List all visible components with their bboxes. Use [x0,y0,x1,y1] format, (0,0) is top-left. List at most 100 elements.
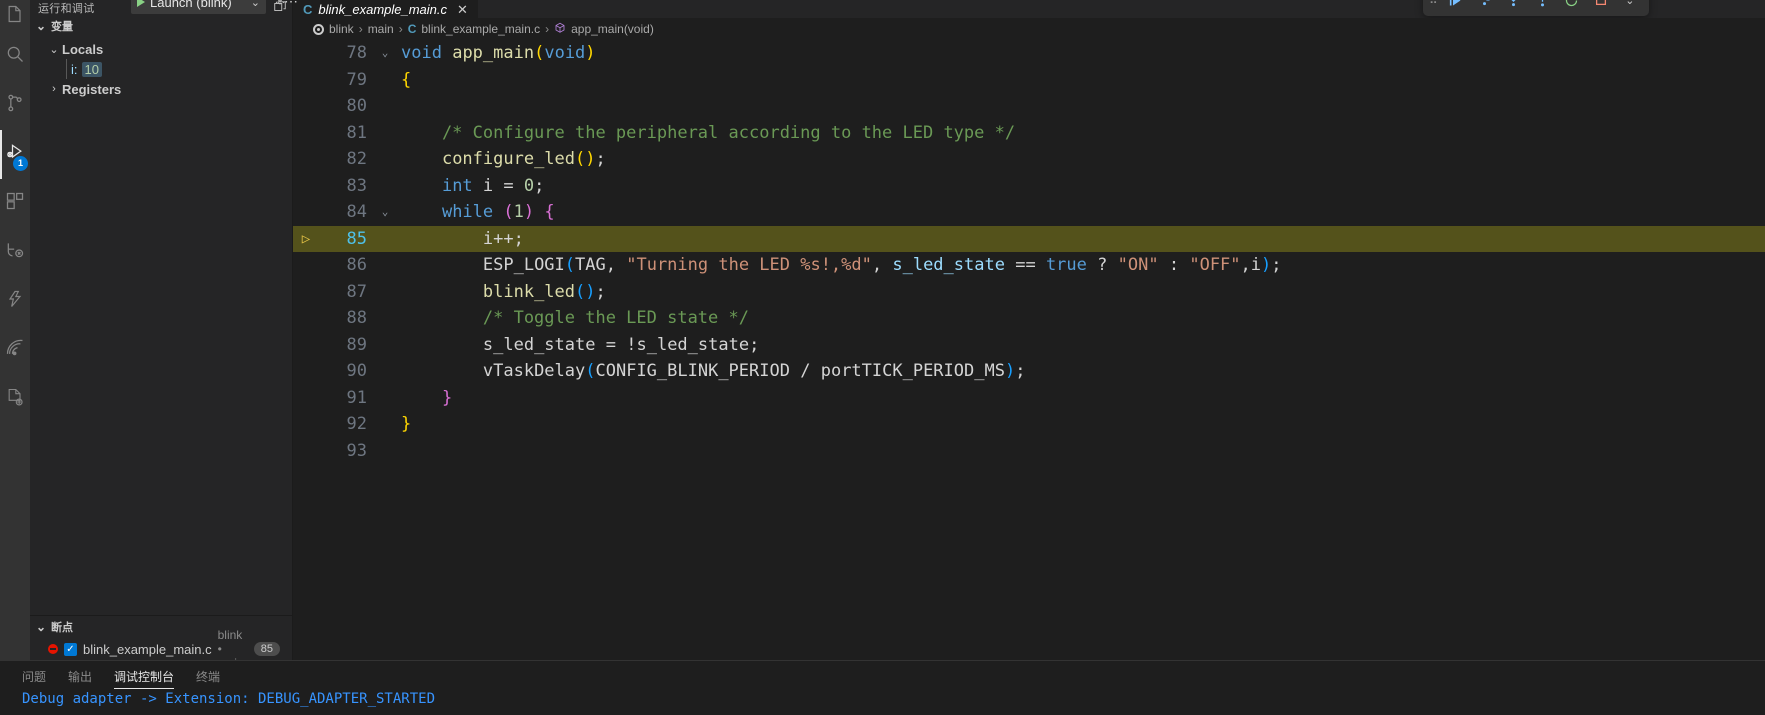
breadcrumb-separator: › [545,22,550,36]
split-editor-icon[interactable] [273,0,287,17]
activity-item-source-control[interactable] [0,81,30,130]
line-number: 81 [346,122,367,143]
code-token: while [441,202,494,222]
breakpoints-title: 断点 [51,622,73,634]
activity-item-testing[interactable] [0,228,30,277]
activity-bar: 1 [0,0,30,660]
code-line[interactable]: 87 blink_led(); [293,279,1765,306]
variable-row[interactable]: i: 10 [30,59,292,79]
code-line[interactable]: 88 /* Toggle the LED state */ [293,305,1765,332]
code-lines[interactable]: 78 ⌄ void app_main(void) 79{80 81 /* Configu… [293,40,1765,660]
fold-chevron-icon[interactable]: ⌄ [377,199,393,226]
line-number: 88 [346,308,367,328]
fold-chevron-icon[interactable]: ⌄ [377,40,393,67]
breadcrumb-item-symbol[interactable]: app_main(void) [554,22,654,37]
launch-configuration-bar[interactable]: Launch (blink) ⌄ [131,0,266,14]
code-token: ( [564,255,576,275]
code-line[interactable]: 93 [293,438,1765,465]
code-line[interactable]: 84 ⌄ while (1) { [293,199,1765,226]
code-line[interactable]: 83 int i = 0; [293,173,1765,200]
variables-section-header[interactable]: ⌄ 变量 [30,15,292,37]
activity-item-explorer[interactable] [0,0,30,32]
code-line[interactable]: 89 s_led_state = !s_led_state; [293,332,1765,359]
code-text: /* Toggle the LED state */ [393,305,749,332]
chevron-down-icon[interactable]: ⌄ [34,620,48,634]
breakpoint-item[interactable]: ✓ blink_example_main.c blink • main 85 [30,628,292,670]
chevron-right-icon[interactable]: › [46,83,62,95]
scope-registers[interactable]: › Registers [30,79,292,99]
panel-tab-2[interactable]: 调试控制台 [114,661,175,691]
code-line[interactable]: 79 { [293,67,1765,94]
breadcrumb-label: main [367,22,394,36]
chevron-down-icon[interactable]: ⌄ [46,43,62,56]
step-out-button[interactable] [1530,0,1556,13]
close-icon[interactable]: ✕ [457,2,468,18]
code-line[interactable]: 91 } [293,385,1765,412]
code-text: } [393,411,411,438]
code-line[interactable]: 78 ⌄ void app_main(void) [293,40,1765,67]
code-token: ! [626,334,637,355]
breadcrumb-separator: › [358,22,363,36]
line-number: 91 [346,387,367,408]
play-icon[interactable] [137,0,145,7]
breadcrumb-item-blink[interactable]: blink [313,22,354,36]
code-text: ESP_LOGI(TAG, "Turning the LED %s!,%d", … [393,252,1282,279]
activity-item-extensions[interactable] [0,179,30,228]
line-number: 92 [346,414,367,434]
code-line[interactable]: 81 /* Configure the peripheral according… [293,120,1765,147]
code-line[interactable]: 86 ESP_LOGI(TAG, "Turning the LED %s!,%d… [293,252,1765,279]
variable-value[interactable]: 10 [81,61,102,77]
restart-button[interactable] [1559,0,1585,13]
breakpoint-checkbox[interactable]: ✓ [64,642,77,656]
scope-label: Registers [62,81,122,97]
panel-tab-1[interactable]: 输出 [68,661,92,691]
workbench-body: 1 运行和调试 Launch (blink) ⌄ ⌄ 变量 ⌄ Locals i… [0,0,1765,670]
chevron-down-icon[interactable]: ⌄ [34,19,48,33]
panel-tab-3[interactable]: 终端 [196,661,220,691]
step-over-button[interactable] [1472,0,1498,13]
activity-item-search[interactable] [0,32,30,81]
code-line[interactable]: 92} [293,411,1765,438]
breakpoints-section-header[interactable]: ⌄ 断点 [30,616,292,638]
code-text: void app_main(void) [393,40,596,67]
scope-locals[interactable]: ⌄ Locals [30,39,292,59]
code-line[interactable]: 90 vTaskDelay(CONFIG_BLINK_PERIOD / port… [293,358,1765,385]
breakpoint-line-badge: 85 [253,642,280,656]
code-token: ) [1004,361,1016,381]
code-editor[interactable]: 78 ⌄ void app_main(void) 79{80 81 /* Configu… [293,40,1765,660]
editor-tab-blink-example-main[interactable]: C blink_example_main.c ✕ [293,0,478,18]
stop-button[interactable] [1588,0,1614,13]
code-token: void [544,43,586,63]
launch-config-label[interactable]: Launch (blink) [150,0,246,10]
continue-button[interactable] [1443,0,1469,13]
c-file-icon: C [407,22,417,36]
code-token: void [401,43,442,63]
code-token: ? [1097,255,1108,275]
activity-item-wifi[interactable] [0,326,30,375]
code-token: blink_led [482,281,576,302]
debug-sidebar: 运行和调试 Launch (blink) ⌄ ⋯ ⌄ [30,0,293,670]
code-line[interactable]: 82 configure_led(); [293,146,1765,173]
chevron-down-icon[interactable]: ⌄ [1617,0,1643,13]
code-token: { [544,202,555,222]
activity-item-esp-idf[interactable] [0,277,30,326]
chevron-down-icon[interactable]: ⌄ [251,0,260,9]
breakpoint-arrow-icon[interactable]: ▷ [293,226,319,253]
activity-item-cpp-config[interactable] [0,375,30,424]
activity-item-run-and-debug[interactable]: 1 [0,130,30,179]
symbol-method-icon [554,22,566,37]
breadcrumb-item-main[interactable]: main [368,22,394,36]
code-line[interactable]: 80 [293,93,1765,120]
code-text: int i = 0; [393,173,544,200]
step-into-button[interactable] [1501,0,1527,13]
drag-handle-icon[interactable]: ⠿ [1429,0,1440,7]
code-line[interactable]: ▷ 85 i++; [293,225,1765,253]
breadcrumb-item-file[interactable]: C blink_example_main.c [408,22,540,36]
panel-tab-0[interactable]: 问题 [22,661,46,691]
code-token: } [441,387,453,408]
breakpoint-dot-icon[interactable] [48,644,58,654]
